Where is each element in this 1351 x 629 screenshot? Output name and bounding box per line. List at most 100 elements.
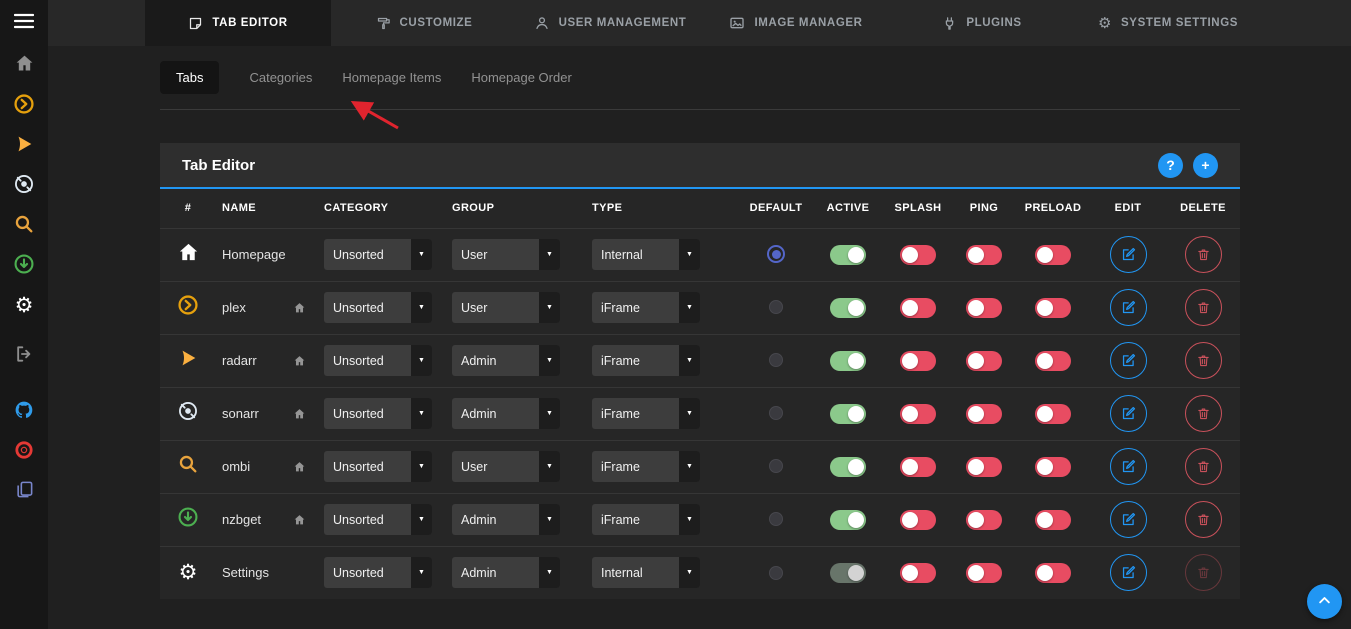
default-radio[interactable] — [769, 512, 783, 526]
edit-button[interactable] — [1110, 501, 1147, 538]
group-select[interactable]: Admin ▼ — [452, 398, 560, 429]
ping-toggle[interactable] — [966, 245, 1002, 265]
splash-toggle[interactable] — [900, 510, 936, 530]
chevron-down-icon: ▼ — [679, 504, 700, 535]
type-select[interactable]: iFrame ▼ — [592, 504, 700, 535]
type-select[interactable]: Internal ▼ — [592, 557, 700, 588]
menu-button[interactable] — [0, 6, 48, 40]
table-row: Homepage Unsorted ▼ User ▼ Internal ▼ — [160, 228, 1240, 281]
active-toggle[interactable] — [830, 245, 866, 265]
delete-button[interactable] — [1185, 236, 1222, 273]
category-select[interactable]: Unsorted ▼ — [324, 345, 432, 376]
tab-image-manager[interactable]: IMAGE MANAGER — [703, 0, 889, 46]
image-manager-icon — [729, 15, 745, 31]
sidebar-item-plex[interactable] — [0, 86, 48, 126]
col-header-type: TYPE — [578, 188, 740, 228]
splash-toggle[interactable] — [900, 298, 936, 318]
preload-toggle[interactable] — [1035, 510, 1071, 530]
active-toggle[interactable] — [830, 404, 866, 424]
group-select[interactable]: User ▼ — [452, 451, 560, 482]
add-tab-button[interactable]: + — [1193, 153, 1218, 178]
active-toggle[interactable] — [830, 457, 866, 477]
sidebar-item-sonarr[interactable] — [0, 166, 48, 206]
default-radio[interactable] — [769, 406, 783, 420]
edit-button[interactable] — [1110, 289, 1147, 326]
subnav-item-tabs[interactable]: Tabs — [160, 61, 219, 94]
edit-button[interactable] — [1110, 395, 1147, 432]
default-radio[interactable] — [769, 566, 783, 580]
sidebar-item-logout[interactable] — [0, 336, 48, 376]
category-select[interactable]: Unsorted ▼ — [324, 451, 432, 482]
sidebar-item-radarr[interactable] — [0, 126, 48, 166]
tab-customize[interactable]: CUSTOMIZE — [331, 0, 517, 46]
active-toggle[interactable] — [830, 298, 866, 318]
delete-button[interactable] — [1185, 448, 1222, 485]
type-select[interactable]: Internal ▼ — [592, 239, 700, 270]
type-select[interactable]: iFrame ▼ — [592, 451, 700, 482]
category-select[interactable]: Unsorted ▼ — [324, 557, 432, 588]
ping-toggle[interactable] — [966, 457, 1002, 477]
tab-system-settings[interactable]: ⚙ SYSTEM SETTINGS — [1075, 0, 1261, 46]
edit-button[interactable] — [1110, 448, 1147, 485]
preload-toggle[interactable] — [1035, 351, 1071, 371]
preload-toggle[interactable] — [1035, 245, 1071, 265]
ping-toggle[interactable] — [966, 404, 1002, 424]
default-radio[interactable] — [769, 353, 783, 367]
edit-button[interactable] — [1110, 554, 1147, 591]
tab-plugins[interactable]: PLUGINS — [889, 0, 1075, 46]
col-header-name: NAME — [216, 188, 316, 228]
default-radio[interactable] — [769, 300, 783, 314]
category-select[interactable]: Unsorted ▼ — [324, 292, 432, 323]
sidebar-item-lifebuoy[interactable] — [0, 432, 48, 472]
splash-toggle[interactable] — [900, 404, 936, 424]
preload-toggle[interactable] — [1035, 563, 1071, 583]
group-select[interactable]: Admin ▼ — [452, 557, 560, 588]
group-select[interactable]: User ▼ — [452, 292, 560, 323]
subnav-item-categories[interactable]: Categories — [249, 70, 312, 85]
ping-toggle[interactable] — [966, 563, 1002, 583]
sidebar-item-ombi[interactable] — [0, 206, 48, 246]
tab-tab-editor[interactable]: TAB EDITOR — [145, 0, 331, 46]
preload-toggle[interactable] — [1035, 298, 1071, 318]
active-toggle[interactable] — [830, 510, 866, 530]
type-select[interactable]: iFrame ▼ — [592, 398, 700, 429]
edit-button[interactable] — [1110, 342, 1147, 379]
group-select[interactable]: Admin ▼ — [452, 345, 560, 376]
default-radio[interactable] — [767, 245, 785, 263]
sidebar-item-nzbget[interactable] — [0, 246, 48, 286]
help-button[interactable]: ? — [1158, 153, 1183, 178]
delete-button[interactable] — [1185, 554, 1222, 591]
splash-toggle[interactable] — [900, 457, 936, 477]
subnav-item-homepage-order[interactable]: Homepage Order — [471, 70, 571, 85]
sidebar-item-home[interactable] — [0, 46, 48, 86]
preload-toggle[interactable] — [1035, 457, 1071, 477]
delete-button[interactable] — [1185, 289, 1222, 326]
category-select[interactable]: Unsorted ▼ — [324, 504, 432, 535]
active-toggle[interactable] — [830, 351, 866, 371]
sidebar-item-settings-gear[interactable]: ⚙ — [0, 286, 48, 326]
delete-button[interactable] — [1185, 342, 1222, 379]
ping-toggle[interactable] — [966, 510, 1002, 530]
delete-button[interactable] — [1185, 395, 1222, 432]
splash-toggle[interactable] — [900, 563, 936, 583]
group-select[interactable]: User ▼ — [452, 239, 560, 270]
sidebar-item-github[interactable] — [0, 392, 48, 432]
delete-button[interactable] — [1185, 501, 1222, 538]
preload-toggle[interactable] — [1035, 404, 1071, 424]
scroll-to-top-button[interactable] — [1307, 584, 1342, 619]
type-select[interactable]: iFrame ▼ — [592, 292, 700, 323]
category-select[interactable]: Unsorted ▼ — [324, 398, 432, 429]
splash-toggle[interactable] — [900, 351, 936, 371]
sidebar-item-pages[interactable] — [0, 472, 48, 512]
category-select[interactable]: Unsorted ▼ — [324, 239, 432, 270]
ping-toggle[interactable] — [966, 351, 1002, 371]
tab-user-management[interactable]: USER MANAGEMENT — [517, 0, 703, 46]
default-radio[interactable] — [769, 459, 783, 473]
subnav-item-homepage-items[interactable]: Homepage Items — [342, 70, 441, 85]
splash-toggle[interactable] — [900, 245, 936, 265]
ping-toggle[interactable] — [966, 298, 1002, 318]
type-select[interactable]: iFrame ▼ — [592, 345, 700, 376]
edit-button[interactable] — [1110, 236, 1147, 273]
group-select[interactable]: Admin ▼ — [452, 504, 560, 535]
active-toggle[interactable] — [830, 563, 866, 583]
